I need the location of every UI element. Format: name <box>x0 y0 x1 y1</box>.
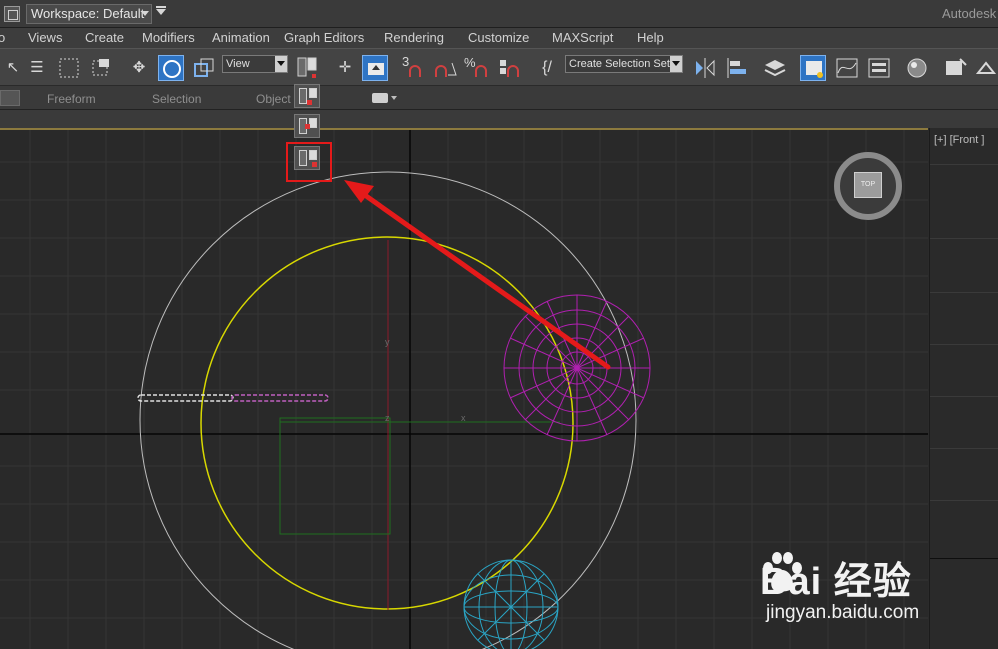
material-editor-icon[interactable] <box>904 55 930 81</box>
selection-set-placeholder: Create Selection Set <box>569 58 670 70</box>
axis-label-z: z <box>385 413 390 423</box>
ribbon-toggle[interactable] <box>0 90 20 106</box>
ribbon-tab-freeform[interactable]: Freeform <box>47 92 96 106</box>
menu-bar: o Views Create Modifiers Animation Graph… <box>0 28 998 48</box>
percent-snap-icon[interactable]: % <box>464 55 490 81</box>
named-selection-set-select[interactable]: Create Selection Set <box>565 55 683 73</box>
menu-item-modifiers[interactable]: Modifiers <box>142 30 195 45</box>
layer-icon[interactable] <box>762 55 788 81</box>
menu-item-customize[interactable]: Customize <box>468 30 529 45</box>
menu-item-maxscript[interactable]: MAXScript <box>552 30 613 45</box>
perspective-viewport[interactable]: y x z TOP Bai 经验 jingyan.baidu.com <box>0 128 928 649</box>
rect-region-icon[interactable] <box>56 55 82 81</box>
app-brand: Autodesk <box>942 6 997 21</box>
scene-explorer-icon[interactable] <box>800 55 826 81</box>
chevron-down-icon <box>141 11 149 16</box>
render-setup-icon[interactable] <box>942 55 968 81</box>
ribbon-bar: Freeform Selection Object <box>0 86 998 110</box>
axis-label-x: x <box>461 413 466 423</box>
rotate-icon[interactable] <box>158 55 184 81</box>
select-icon[interactable]: ↖ <box>0 55 26 81</box>
pivot-icon[interactable] <box>294 55 320 81</box>
ribbon-tab-object[interactable]: Object <box>256 92 291 106</box>
menu-item-graph-editors[interactable]: Graph Editors <box>284 30 364 45</box>
flyout-pivot-point-center-button[interactable] <box>294 84 320 108</box>
workspace-dropdown[interactable]: Workspace: Default <box>26 4 152 24</box>
workspace-label: Workspace: Default <box>31 6 145 21</box>
chevron-down-icon <box>672 61 680 66</box>
ribbon-panel-strip <box>0 110 998 128</box>
edit-named-sets-icon[interactable]: {/ <box>534 55 560 81</box>
main-toolbar: ↖ ☰ ✥ View ✛ 3 % {/ Create Selection Set <box>0 48 998 86</box>
select-by-name-icon[interactable]: ☰ <box>24 55 50 81</box>
watermark-brand: Bai 经验 <box>760 561 912 603</box>
viewport-label-front[interactable]: [+] [Front ] <box>934 134 984 146</box>
chevron-down-icon[interactable] <box>391 96 397 100</box>
front-viewport[interactable]: [+] [Front ] <box>929 128 998 649</box>
menu-item-views[interactable]: Views <box>28 30 62 45</box>
mirror-icon[interactable] <box>692 55 718 81</box>
snap-3-label: 3 <box>402 54 410 69</box>
view-cube[interactable]: TOP <box>834 152 902 220</box>
app-icon[interactable] <box>4 6 20 22</box>
menu-item-cut[interactable]: o <box>0 30 5 45</box>
view-cube-label: TOP <box>860 181 876 188</box>
reference-coord-value: View <box>226 58 250 70</box>
curve-editor-icon[interactable] <box>834 55 860 81</box>
keyboard-shortcut-icon[interactable] <box>362 55 388 81</box>
menu-item-create[interactable]: Create <box>85 30 124 45</box>
spinner-snap-icon[interactable] <box>496 55 522 81</box>
snap-icon[interactable]: 3 <box>400 55 426 81</box>
baidu-watermark: Bai 经验 jingyan.baidu.com <box>760 550 928 644</box>
view-cube-face[interactable]: TOP <box>854 172 882 198</box>
menu-item-rendering[interactable]: Rendering <box>384 30 444 45</box>
align-icon[interactable] <box>724 55 750 81</box>
window-crossing-icon[interactable] <box>88 55 114 81</box>
angle-snap-icon[interactable] <box>432 55 458 81</box>
menu-item-animation[interactable]: Animation <box>212 30 270 45</box>
manipulate-icon[interactable]: ✛ <box>332 55 358 81</box>
highlight-box <box>286 142 332 182</box>
chevron-down-icon <box>277 61 285 66</box>
menu-item-help[interactable]: Help <box>637 30 664 45</box>
quick-access-dropdown-icon[interactable] <box>156 6 166 15</box>
schematic-icon[interactable] <box>866 55 892 81</box>
axis-label-y: y <box>385 337 390 347</box>
title-bar: Workspace: Default Autodesk <box>0 0 998 28</box>
reference-coord-select[interactable]: View <box>222 55 288 73</box>
ribbon-tab-selection[interactable]: Selection <box>152 92 201 106</box>
flyout-selection-center-button[interactable] <box>294 114 320 138</box>
move-icon[interactable]: ✥ <box>126 55 152 81</box>
scale-icon[interactable] <box>192 55 218 81</box>
render-frame-icon[interactable] <box>974 55 998 81</box>
ribbon-options-icon[interactable] <box>372 93 388 103</box>
watermark-url: jingyan.baidu.com <box>766 602 920 623</box>
